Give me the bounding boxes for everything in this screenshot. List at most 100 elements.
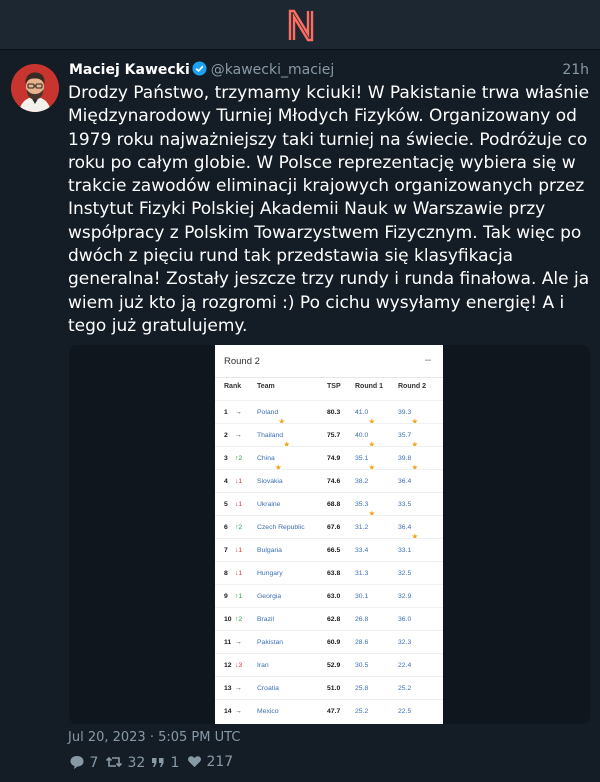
cell-team[interactable]: Bulgaria: [257, 547, 282, 554]
cell-team[interactable]: Slovakia: [257, 478, 283, 485]
author-handle[interactable]: @kawecki_maciej: [211, 62, 335, 78]
retweet-count[interactable]: 32: [105, 754, 145, 771]
table-row: 3 ↑2 China ★ 74.9 35.1 ★ 39.8 ★: [215, 446, 443, 472]
round1-value: 35.3: [355, 501, 369, 508]
collapse-icon: –: [424, 354, 431, 366]
movement-value: 2: [238, 524, 243, 531]
table-row: 10 ↑2 Brazil 62.8 26.8 36.0: [215, 607, 443, 630]
round2-value: 32.5: [398, 570, 412, 577]
author-name[interactable]: Maciej Kawecki: [69, 62, 190, 78]
team-name: Georgia: [257, 593, 282, 600]
cell-round2: 33.1: [398, 547, 411, 554]
cell-team[interactable]: Hungary: [257, 570, 283, 577]
cell-tsp: 74.6: [327, 478, 341, 485]
round1-value: 31.2: [355, 524, 369, 531]
team-name: Iran: [257, 662, 269, 669]
cell-movement: ↓3: [235, 662, 242, 669]
table-row: 5 ↓1 Ukraine 68.8 35.3 ★ 33.5: [215, 492, 443, 518]
avatar-portrait-icon: [11, 64, 59, 112]
cell-tsp: 80.3: [327, 409, 341, 416]
round1-value: 30.5: [355, 662, 369, 669]
cell-rank: 4: [224, 478, 228, 485]
round1-value: 30.1: [355, 593, 369, 600]
arrow-right-icon: →: [235, 432, 242, 439]
tweet-header: Maciej Kawecki @kawecki_maciej 21h: [69, 61, 589, 81]
tweet-timestamp[interactable]: 21h: [562, 61, 589, 79]
col-rank: Rank: [224, 383, 242, 390]
cell-movement: ↑1: [235, 593, 242, 600]
team-name: Croatia: [257, 685, 279, 692]
cell-tsp: 68.8: [327, 501, 341, 508]
cell-rank: 1: [224, 409, 228, 416]
cell-round2: 22.5: [398, 708, 411, 715]
cell-team[interactable]: Poland ★: [257, 409, 285, 426]
heart-icon: [188, 756, 201, 768]
tweet-date[interactable]: Jul 20, 2023 · 5:05 PM UTC: [68, 730, 240, 745]
cell-rank: 3: [224, 455, 228, 462]
cell-rank: 13: [224, 685, 232, 692]
arrow-right-icon: →: [235, 639, 242, 646]
round1-value: 35.1: [355, 455, 369, 462]
tweet-media[interactable]: Round 2 – Rank Team TSP Round 1 Round 2 …: [69, 345, 590, 724]
cell-tsp: 62.8: [327, 616, 341, 623]
cell-team[interactable]: Iran: [257, 662, 269, 669]
quote-count[interactable]: 1: [150, 754, 179, 771]
cell-team[interactable]: Georgia: [257, 593, 281, 600]
cell-team[interactable]: Pakistan: [257, 639, 283, 646]
cell-rank: 9: [224, 593, 228, 600]
table-header: Rank Team TSP Round 1 Round 2: [215, 383, 443, 397]
like-count[interactable]: 217: [187, 754, 233, 770]
round2-value: 32.3: [398, 639, 412, 646]
table-row: 7 ↓1 Bulgaria 66.5 33.4 33.1: [215, 538, 443, 561]
cell-round1: 40.0 ★: [355, 432, 375, 449]
cell-round2: 39.3 ★: [398, 409, 418, 426]
cell-team[interactable]: China ★: [257, 455, 282, 472]
cell-team[interactable]: Mexico: [257, 708, 279, 715]
cell-movement: ↓1: [235, 478, 242, 485]
cell-movement: →: [235, 409, 242, 416]
cell-team[interactable]: Croatia: [257, 685, 279, 692]
round2-value: 35.7: [398, 432, 412, 439]
retweet-count-value: 32: [127, 755, 146, 771]
table-row: 11 → Pakistan 60.9 28.6 32.3: [215, 630, 443, 653]
cell-movement: ↓1: [235, 547, 242, 554]
cell-rank: 2: [224, 432, 228, 439]
movement-value: 1: [238, 570, 243, 577]
col-round2: Round 2: [398, 383, 426, 390]
cell-round1: 25.8: [355, 685, 368, 692]
cell-movement: ↑2: [235, 616, 242, 623]
table-row: 1 → Poland ★ 80.3 41.0 ★ 39.3 ★: [215, 400, 443, 426]
movement-value: 2: [238, 616, 243, 623]
round2-value: 39.3: [398, 409, 412, 416]
cell-round1: 26.8: [355, 616, 368, 623]
cell-tsp: 63.0: [327, 593, 341, 600]
reply-count[interactable]: 7: [69, 754, 98, 771]
cell-team[interactable]: Thailand ★: [257, 432, 290, 449]
cell-tsp: 60.9: [327, 639, 341, 646]
cell-tsp: 66.5: [327, 547, 341, 554]
team-name: Thailand: [257, 432, 284, 439]
cell-round2: 35.7 ★: [398, 432, 418, 449]
cell-round1: 30.1: [355, 593, 368, 600]
cell-round1: 35.1 ★: [355, 455, 375, 472]
round2-value: 36.4: [398, 478, 412, 485]
cell-team[interactable]: Brazil: [257, 616, 274, 623]
round2-value: 36.4: [398, 524, 412, 531]
team-name: Slovakia: [257, 478, 283, 485]
cell-movement: →: [235, 685, 242, 692]
avatar[interactable]: [11, 64, 59, 112]
col-round1: Round 1: [355, 383, 383, 390]
movement-value: 3: [238, 662, 243, 669]
cell-movement: ↑2: [235, 524, 242, 531]
table-row: 8 ↓1 Hungary 63.8 31.3 32.5: [215, 561, 443, 584]
team-name: Czech Republic: [257, 524, 305, 531]
quote-icon: [152, 758, 164, 767]
round1-value: 31.3: [355, 570, 369, 577]
cell-round1: 31.2: [355, 524, 368, 531]
cell-tsp: 67.6: [327, 524, 341, 531]
cell-team[interactable]: Czech Republic: [257, 524, 305, 531]
cell-team[interactable]: Ukraine: [257, 501, 280, 508]
cell-round2: 36.4 ★: [398, 524, 418, 541]
round1-value: 38.2: [355, 478, 369, 485]
nitter-logo-icon[interactable]: [287, 8, 315, 42]
